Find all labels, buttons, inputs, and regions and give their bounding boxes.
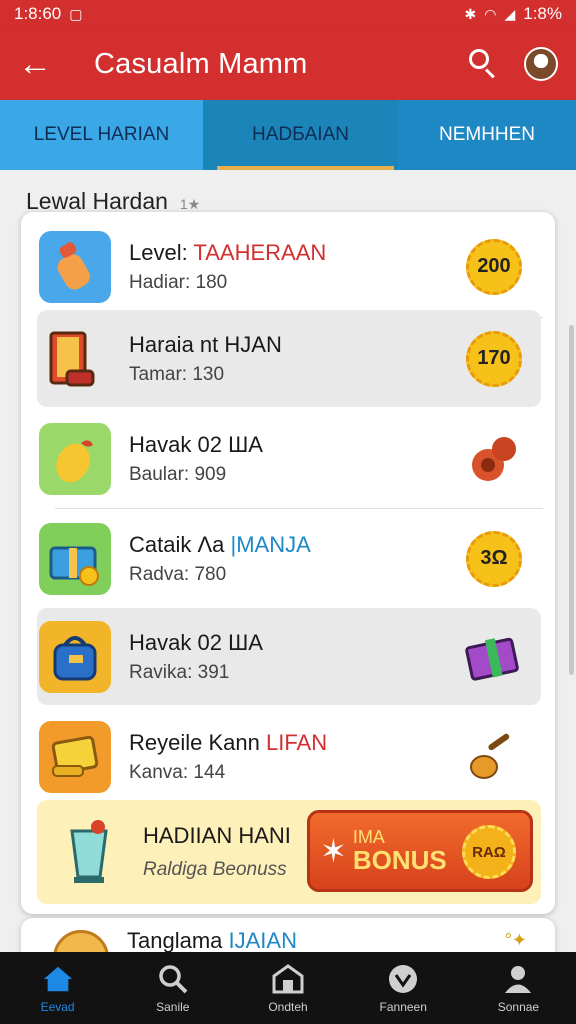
item-name: Tanglama (127, 928, 229, 953)
mango-icon (39, 422, 111, 495)
nav-item-profile[interactable]: Sonnae (461, 952, 576, 1024)
tab-level-harian[interactable]: LEVEL HARIAN (0, 100, 203, 170)
item-subtitle: Hadiar: 180 (129, 272, 228, 294)
battery-level: 1:8% (523, 4, 562, 23)
reward-item (459, 722, 529, 792)
bonus-button-label: BONUS (352, 844, 447, 875)
item-name: Havak 02 (129, 629, 229, 655)
search-icon (157, 963, 189, 995)
list-item[interactable]: Havak 02 ШA Ravika: 391 (37, 608, 541, 705)
item-name-accent: TAAHERAAN (193, 239, 327, 265)
item-name-accent: IJAIAN (228, 928, 297, 953)
sun-badge-icon: 3Ω (466, 530, 522, 587)
item-name: Level: (129, 239, 194, 265)
section-title: Lewal Hardan (26, 188, 168, 214)
bonus-button-small-label: IMA (352, 826, 385, 847)
notification-icon: ▢ (69, 5, 83, 22)
guitar-icon (470, 733, 510, 779)
tab-bar: LEVEL HARIAN HADƂAIAN NEMHHEN (0, 100, 576, 170)
item-name-accent: ШA (228, 431, 263, 457)
reward-item (459, 424, 529, 494)
list-item[interactable]: Cataik Λa |ΜANJA Radva: 780 3Ω (37, 510, 541, 607)
bonus-seal-icon: RAΩ (462, 825, 516, 879)
list-item[interactable]: Haraia nt HJAN Tamar: 130 170 (37, 310, 541, 407)
bonus-button[interactable]: ✶ IMA BONUS RAΩ (307, 810, 533, 892)
bag-icon (39, 620, 111, 693)
shop-icon (272, 963, 304, 995)
item-name: Haraia nt (129, 331, 225, 357)
bonus-subtitle: Raldiga Beonuss (143, 859, 287, 880)
item-subtitle: Tamar: 130 (129, 364, 225, 386)
bottom-navigation: Eevad Sanile Ondteh Fanneen Sonnae (0, 952, 576, 1024)
cup-icon (53, 816, 125, 888)
reward-badge: 200 (459, 232, 529, 302)
list-item[interactable]: Reyeile Kann LIFAN Kanva: 144 (37, 708, 541, 805)
scroll-icon (39, 720, 111, 793)
nav-item-home[interactable]: Eevad (0, 952, 115, 1024)
nav-item-search[interactable]: Sanile (115, 952, 230, 1024)
section-header: Lewal Hardan 1★ (26, 188, 200, 215)
nav-label: Eevad (40, 999, 75, 1014)
status-bar: 1:8:60 ▢ ✱ ◠ ◢ 1:8% (0, 0, 576, 28)
tab-hadiah[interactable]: HADƂAIAN (203, 100, 398, 170)
nav-label: Ondteh (268, 999, 308, 1014)
avatar[interactable] (524, 47, 558, 81)
item-subtitle: Baular: 909 (129, 464, 227, 486)
nav-label: Sanile (156, 999, 190, 1014)
list-item[interactable]: Havak 02 ШA Baular: 909 (37, 410, 541, 507)
app-bar: ← Casualm Mamm (0, 28, 576, 100)
meat-icon (472, 436, 516, 481)
purple-gift-icon (465, 637, 519, 681)
nav-label: Fanneen (379, 999, 427, 1014)
item-subtitle: Kanva: 144 (129, 762, 226, 784)
back-arrow-icon[interactable]: ← (18, 47, 64, 81)
star-icon: ✶ (320, 833, 347, 869)
search-icon[interactable] (464, 44, 504, 84)
item-subtitle: Radva: 780 (129, 564, 227, 586)
scrollbar[interactable] (569, 325, 574, 675)
gift-box-icon (39, 522, 111, 595)
tab-nemhhen[interactable]: NEMHHEN (398, 100, 576, 170)
sparkle-icon: °✦ (504, 930, 527, 950)
item-name-accent: ШA (228, 629, 263, 655)
home-icon (42, 963, 74, 995)
nav-label: Sonnae (497, 999, 540, 1014)
status-time: 1:8:60 (14, 4, 62, 23)
nav-item-shop[interactable]: Ondteh (230, 952, 345, 1024)
person-icon (502, 963, 534, 995)
bonus-row[interactable]: HADIIAN HANI Raldiga Beonuss ✶ IMA BONUS… (37, 800, 541, 904)
book-icon (39, 323, 111, 395)
bottle-icon (39, 230, 111, 303)
item-subtitle: Ravika: 391 (129, 662, 230, 684)
reward-badge: 3Ω (459, 524, 529, 594)
page-title: Casualm Mamm (94, 47, 308, 80)
list-item[interactable]: Level: TAAHERAAN Hadiar: 180 200 (37, 218, 541, 315)
item-name-accent: |ΜANJA (230, 531, 311, 557)
sun-badge-icon: 170 (466, 330, 522, 387)
bluetooth-icon: ✱ (464, 5, 477, 22)
item-name: Reyeile Kann (129, 729, 266, 755)
bonus-title: HADIIAN HANI (143, 823, 291, 848)
heart-icon (387, 963, 419, 995)
item-name: Cataik Λa (129, 531, 231, 557)
item-name: Havak 02 (129, 431, 229, 457)
reward-badge: 170 (459, 324, 529, 394)
item-name-accent: LIFAN (265, 729, 328, 755)
divider (55, 508, 543, 509)
reward-item (459, 622, 529, 692)
item-name-accent: HJAN (224, 331, 282, 357)
reward-list-card: Level: TAAHERAAN Hadiar: 180 200 Haraia … (21, 212, 555, 914)
wifi-icon: ◠ (484, 5, 497, 22)
sun-badge-icon: 200 (466, 238, 522, 295)
signal-icon: ◢ (504, 5, 516, 22)
nav-item-favorites[interactable]: Fanneen (346, 952, 461, 1024)
section-hint: 1★ (179, 196, 201, 212)
